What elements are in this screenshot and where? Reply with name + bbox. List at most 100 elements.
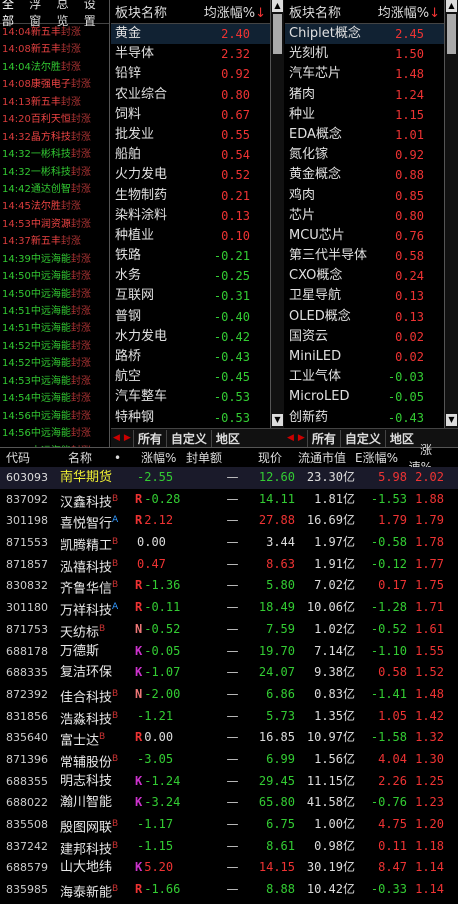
alert-row[interactable]: 14:32晶方科技封涨 <box>0 129 109 146</box>
col-change[interactable]: 涨幅% <box>135 449 180 466</box>
prev-arrow-icon[interactable]: ◀ <box>111 433 122 443</box>
scroll-up-arrow[interactable]: ▲ <box>272 0 283 12</box>
sector-row[interactable]: 铅锌 0.92 <box>111 64 270 84</box>
sector-row[interactable]: EDA概念 1.01 <box>285 125 444 145</box>
sector-row[interactable]: CXO概念 0.24 <box>285 266 444 286</box>
sector-row[interactable]: OLED概念 0.13 <box>285 307 444 327</box>
sector-row[interactable]: 黄金概念 0.88 <box>285 165 444 185</box>
col-market-cap[interactable]: 流通市值 <box>282 449 346 466</box>
sector-name-header[interactable]: 板块名称 <box>289 2 370 21</box>
tab-region[interactable]: 地区 <box>210 429 244 447</box>
table-row[interactable]: 871396 常辅股份B -3.05—6.99 1.56亿 4.04 1.30 <box>0 749 458 771</box>
sector-row[interactable]: MCU芯片 0.76 <box>285 226 444 246</box>
alert-row[interactable]: 14:54中远海能封涨 <box>0 390 109 407</box>
next-arrow-icon[interactable]: ▶ <box>296 433 307 443</box>
table-row[interactable]: 301180 万祥科技A R -0.11—18.49 10.06亿 -1.28 1.71 <box>0 597 458 619</box>
sector-row[interactable]: 水力发电 -0.42 <box>111 327 270 347</box>
sector-change-header[interactable]: 均涨幅%↓ <box>370 2 444 21</box>
sector-row[interactable]: 黄金 2.40 <box>111 24 270 45</box>
next-arrow-icon[interactable]: ▶ <box>122 433 133 443</box>
alert-row[interactable]: 14:32一彬科技封涨 <box>0 146 109 163</box>
sector-row[interactable]: 卫星导航 0.13 <box>285 286 444 306</box>
alert-tab[interactable]: 设置 <box>82 0 109 29</box>
sector-row[interactable]: 饲料 0.67 <box>111 105 270 125</box>
scrollbar[interactable]: ▲ ▼ <box>271 0 284 428</box>
table-row[interactable]: 831856 浩淼科技B -1.21—5.73 1.35亿 1.05 1.42 <box>0 706 458 728</box>
alert-row[interactable]: 14:50中远海能封涨 <box>0 268 109 285</box>
sector-row[interactable]: MiniLED 0.02 <box>285 347 444 367</box>
alert-row[interactable]: 14:04法尔胜封涨 <box>0 59 109 76</box>
alert-row[interactable]: 14:52中远海能封涨 <box>0 355 109 372</box>
alert-row[interactable]: 14:39中远海能封涨 <box>0 251 109 268</box>
alert-row[interactable]: 14:56中远海能封涨 <box>0 425 109 442</box>
table-row[interactable]: 837092 汉鑫科技B R -0.28—14.11 1.81亿 -1.53 1.88 <box>0 489 458 511</box>
alert-row[interactable]: 14:13新五丰封涨 <box>0 94 109 111</box>
alert-row[interactable]: 14:51中远海能封涨 <box>0 320 109 337</box>
scroll-thumb[interactable] <box>273 14 282 54</box>
alert-row[interactable]: 14:42通达创智封涨 <box>0 181 109 198</box>
tab-all[interactable]: 所有 <box>132 429 166 447</box>
sector-row[interactable]: 特种钢 -0.53 <box>111 408 270 428</box>
scroll-thumb[interactable] <box>447 14 456 54</box>
table-row[interactable]: 301198 喜悦智行A R 2.12—27.88 16.69亿 1.79 1.79 <box>0 510 458 532</box>
alert-row[interactable]: 14:53中润资源封涨 <box>0 216 109 233</box>
table-row[interactable]: 872392 佳合科技B N -2.00—6.86 0.83亿 -1.41 1.48 <box>0 684 458 706</box>
sector-row[interactable]: 水务 -0.25 <box>111 266 270 286</box>
sector-row[interactable]: 氮化镓 0.92 <box>285 145 444 165</box>
sector-row[interactable]: 火力发电 0.52 <box>111 165 270 185</box>
sector-row[interactable]: 染料涂料 0.13 <box>111 206 270 226</box>
sector-row[interactable]: 创新药 -0.43 <box>285 408 444 428</box>
alert-row[interactable]: 14:50中远海能封涨 <box>0 286 109 303</box>
scroll-up-arrow[interactable]: ▲ <box>446 0 457 12</box>
sector-row[interactable]: 汽车芯片 1.48 <box>285 64 444 84</box>
sector-row[interactable]: 种植业 0.10 <box>111 226 270 246</box>
col-e-change[interactable]: E涨幅% <box>346 449 398 466</box>
sector-row[interactable]: 航空 -0.45 <box>111 367 270 387</box>
table-row[interactable]: 871553 凯腾精工B 0.00—3.44 1.97亿 -0.58 1.78 <box>0 532 458 554</box>
scroll-down-arrow[interactable]: ▼ <box>446 414 457 426</box>
alert-row[interactable]: 14:56中远海能封涨 <box>0 408 109 425</box>
sector-row[interactable]: 国资云 0.02 <box>285 327 444 347</box>
sector-row[interactable]: 批发业 0.55 <box>111 125 270 145</box>
sector-change-header[interactable]: 均涨幅%↓ <box>196 2 270 21</box>
sector-row[interactable]: 第三代半导体 0.58 <box>285 246 444 266</box>
alert-row[interactable]: 14:20百利天恒封涨 <box>0 111 109 128</box>
tab-custom[interactable]: 自定义 <box>165 429 211 447</box>
sector-row[interactable]: MicroLED -0.05 <box>285 387 444 407</box>
tab-custom[interactable]: 自定义 <box>339 429 385 447</box>
table-row[interactable]: 688178 万德斯 K -0.05 — 19.70 7.14亿 -1.10 1.55 <box>0 641 458 663</box>
col-name[interactable]: 名称 <box>40 449 100 466</box>
alert-row[interactable]: 14:08新五丰封涨 <box>0 41 109 58</box>
table-row[interactable]: 688335 复洁环保 K -1.07 — 24.07 9.38亿 0.58 1.52 <box>0 662 458 684</box>
col-price[interactable]: 现价 <box>240 449 282 466</box>
tab-all[interactable]: 所有 <box>306 429 340 447</box>
col-code[interactable]: 代码 <box>0 449 40 466</box>
table-row[interactable]: 871753 天纺标B N -0.52—7.59 1.02亿 -0.52 1.61 <box>0 619 458 641</box>
sector-row[interactable]: 互联网 -0.31 <box>111 286 270 306</box>
alert-row[interactable]: 14:37新五丰封涨 <box>0 233 109 250</box>
table-row[interactable]: 688355 明志科技 K -1.24 — 29.45 11.15亿 2.26 1.25 <box>0 771 458 793</box>
alert-row[interactable]: 14:08康强电子封涨 <box>0 76 109 93</box>
sector-row[interactable]: 半导体 2.32 <box>111 44 270 64</box>
prev-arrow-icon[interactable]: ◀ <box>285 433 296 443</box>
table-row[interactable]: 688022 瀚川智能 K -3.24 — 65.80 41.58亿 -0.76 1.23 <box>0 792 458 814</box>
sector-row[interactable]: 农业综合 0.80 <box>111 85 270 105</box>
alert-row[interactable]: 14:32一彬科技封涨 <box>0 164 109 181</box>
sector-row[interactable]: 光刻机 1.50 <box>285 44 444 64</box>
table-row[interactable]: 871857 泓禧科技B 0.47—8.63 1.91亿 -0.12 1.77 <box>0 554 458 576</box>
sector-row[interactable]: 芯片 0.80 <box>285 206 444 226</box>
table-row[interactable]: 837242 建邦科技B -1.15—8.61 0.98亿 0.11 1.18 <box>0 836 458 858</box>
sector-row[interactable]: 猪肉 1.24 <box>285 85 444 105</box>
sector-name-header[interactable]: 板块名称 <box>115 2 196 21</box>
sector-row[interactable]: 汽车整车 -0.53 <box>111 387 270 407</box>
sector-row[interactable]: 种业 1.15 <box>285 105 444 125</box>
sector-row[interactable]: 船舶 0.54 <box>111 145 270 165</box>
table-row[interactable]: 835640 富士达B R 0.00—16.85 10.97亿 -1.58 1.32 <box>0 727 458 749</box>
sector-row[interactable]: 生物制药 0.21 <box>111 186 270 206</box>
sector-row[interactable]: Chiplet概念 2.45 <box>285 24 444 45</box>
alert-row[interactable]: 14:52中远海能封涨 <box>0 338 109 355</box>
scrollbar[interactable]: ▲ ▼ <box>445 0 458 428</box>
sector-row[interactable]: 铁路 -0.21 <box>111 246 270 266</box>
scroll-down-arrow[interactable]: ▼ <box>272 414 283 426</box>
table-row[interactable]: 688579 山大地纬 K 5.20 — 14.15 30.19亿 8.47 1.14 <box>0 857 458 879</box>
